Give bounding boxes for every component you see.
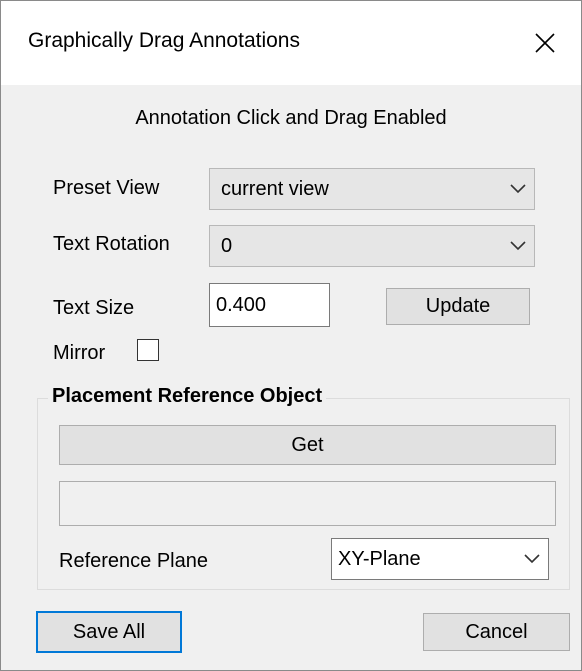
update-button[interactable]: Update xyxy=(386,288,530,325)
close-button[interactable] xyxy=(509,1,581,85)
chevron-down-icon xyxy=(524,554,540,564)
text-rotation-value: 0 xyxy=(221,234,233,257)
window-title: Graphically Drag Annotations xyxy=(28,29,300,52)
text-size-input[interactable]: 0.400 xyxy=(209,283,330,327)
mirror-checkbox[interactable] xyxy=(137,339,159,361)
get-button[interactable]: Get xyxy=(59,425,556,465)
chevron-down-icon xyxy=(510,184,526,194)
title-bar: Graphically Drag Annotations xyxy=(1,1,581,85)
close-icon xyxy=(535,33,555,53)
text-size-value: 0.400 xyxy=(216,293,267,316)
reference-object-field xyxy=(59,481,556,526)
preset-view-label: Preset View xyxy=(53,177,160,199)
save-all-label: Save All xyxy=(72,620,146,643)
get-button-label: Get xyxy=(291,433,324,456)
placement-group-title: Placement Reference Object xyxy=(48,385,327,408)
reference-plane-value: XY-Plane xyxy=(338,547,421,570)
text-rotation-label: Text Rotation xyxy=(53,233,170,255)
status-text: Annotation Click and Drag Enabled xyxy=(135,107,447,129)
dialog-window: Graphically Drag Annotations Annotation … xyxy=(0,0,582,671)
preset-view-value: current view xyxy=(221,177,329,200)
cancel-button[interactable]: Cancel xyxy=(423,613,570,651)
save-all-button[interactable]: Save All xyxy=(36,611,182,653)
text-size-label: Text Size xyxy=(53,297,135,319)
chevron-down-icon xyxy=(510,241,526,251)
reference-plane-label: Reference Plane xyxy=(59,550,208,572)
cancel-label: Cancel xyxy=(465,620,528,643)
reference-plane-select[interactable]: XY-Plane xyxy=(331,538,549,580)
mirror-label: Mirror xyxy=(53,342,106,364)
text-rotation-select[interactable]: 0 xyxy=(209,225,535,267)
update-button-label: Update xyxy=(425,295,491,317)
preset-view-select[interactable]: current view xyxy=(209,168,535,210)
